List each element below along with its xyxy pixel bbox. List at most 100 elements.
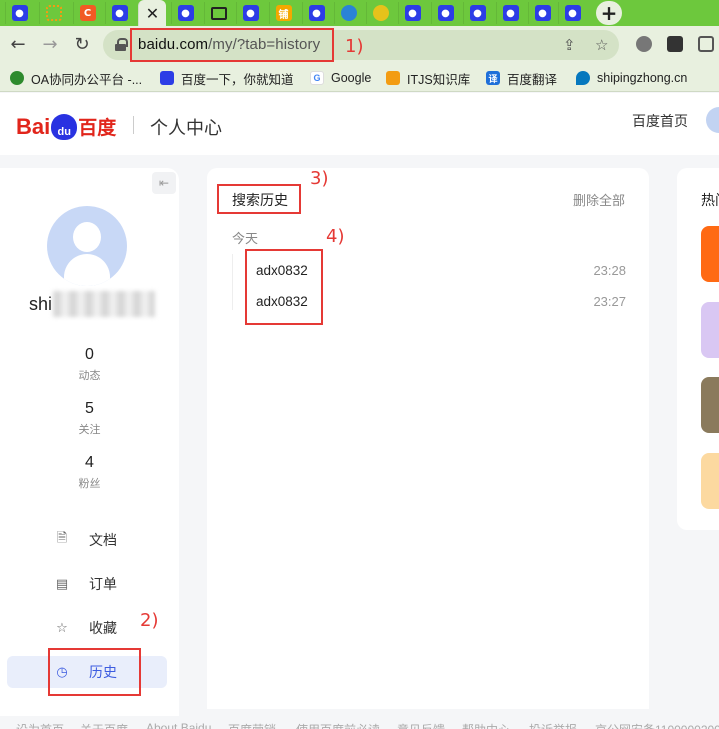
shop-icon: 铺 [275, 5, 292, 21]
date-group-label: 今天 [232, 231, 259, 246]
stat-label: 动态 [78, 370, 101, 382]
bookmark-label: ITJS知识库 [407, 72, 471, 87]
trending-thumb[interactable] [701, 302, 719, 358]
annotation-label-1: 1) [345, 36, 364, 57]
baidu-paw-icon: ● [111, 5, 128, 21]
annotation-label-4: 4) [326, 226, 345, 247]
tab-leaf[interactable] [366, 2, 394, 24]
stat-label: 关注 [78, 424, 101, 436]
gear-flower-icon [10, 71, 24, 85]
profile-avatar[interactable] [47, 206, 127, 286]
tab-baidu-3[interactable]: ● [171, 2, 199, 24]
tab-shop[interactable]: 铺 [269, 2, 297, 24]
reload-button[interactable]: ↻ [72, 34, 92, 55]
annotation-box-history [48, 648, 141, 696]
sidebar-item-orders[interactable]: ▤ 订单 [7, 568, 167, 600]
footer-link[interactable]: 投诉举报 [529, 721, 577, 729]
trending-thumb[interactable] [701, 226, 719, 282]
itjs-icon [386, 71, 400, 85]
tab-globe[interactable] [334, 2, 362, 24]
bookmark-shipingzhong[interactable]: shipingzhong.cn [576, 69, 687, 87]
share-icon[interactable]: ⇪ [563, 36, 576, 54]
footer-link[interactable]: 百度营销 [228, 721, 276, 729]
bookmark-star-icon[interactable]: ☆ [595, 36, 608, 54]
delete-all-button[interactable]: 删除全部 [573, 190, 625, 209]
tab-baidu-2[interactable]: ● [105, 2, 133, 24]
sidebar-item-documents[interactable]: 🗎 文档 [7, 524, 167, 556]
extension-icon[interactable] [698, 36, 714, 52]
baidu-logo[interactable]: Bai du 百度 [16, 113, 116, 140]
tab-baidu-8[interactable]: ● [463, 2, 491, 24]
bookmark-label: Google [331, 71, 372, 85]
stat-activity[interactable]: 0 动态 [0, 346, 179, 383]
footer-link[interactable]: 关于百度 [80, 721, 128, 729]
baidu-paw-icon: ● [469, 5, 486, 21]
collapse-sidebar-icon[interactable]: ⇤ [152, 172, 176, 194]
drupal-icon [576, 71, 590, 85]
bookmark-label: shipingzhong.cn [597, 71, 688, 85]
bookmark-baidu[interactable]: 百度一下，你就知道 [160, 69, 294, 87]
back-button[interactable]: ← [8, 34, 28, 55]
bookmark-oa[interactable]: OA协同办公平台 -... [10, 69, 142, 87]
tab-baidu-10[interactable]: ● [528, 2, 556, 24]
tab-active[interactable]: ✕ [138, 0, 166, 26]
bookmark-label: 百度翻译 [507, 72, 558, 87]
tab-baidu-9[interactable]: ● [496, 2, 524, 24]
username-prefix: shi [29, 293, 53, 314]
google-icon: G [310, 71, 324, 85]
annotation-label-2: 2) [140, 610, 159, 631]
bookmark-itjs[interactable]: ITJS知识库 [386, 69, 470, 87]
baidu-home-link[interactable]: 百度首页 [632, 111, 688, 131]
footer-link[interactable]: 设为首页 [16, 721, 64, 729]
baidu-paw-icon: ● [534, 5, 551, 21]
tab-baidu-1[interactable]: ● [5, 2, 33, 24]
document-icon: 🗎 [56, 531, 68, 546]
baidu-paw-icon: ● [177, 5, 194, 21]
bookmark-translate[interactable]: 译百度翻译 [486, 69, 557, 87]
annotation-label-3: 3) [310, 168, 329, 189]
footer-link[interactable]: About Baidu [146, 721, 211, 729]
history-time: 23:28 [593, 262, 626, 278]
logo-text-cn: 百度 [78, 118, 117, 139]
tab-monitor[interactable] [204, 2, 232, 24]
baidu-paw-icon: ● [564, 5, 581, 21]
avatar-body [64, 254, 110, 286]
footer-link[interactable]: 意见反馈 [397, 721, 445, 729]
trending-title: 热门 [701, 192, 719, 208]
stat-following[interactable]: 5 关注 [0, 400, 179, 437]
bookmarks-bar: OA协同办公平台 -... 百度一下，你就知道 G Google ITJS知识库 … [0, 64, 719, 92]
baidu-paw-icon: ● [308, 5, 325, 21]
avatar-head [73, 222, 101, 252]
trending-thumb[interactable] [701, 377, 719, 433]
forward-button[interactable]: → [40, 34, 60, 55]
tab-grid[interactable] [39, 2, 67, 24]
footer-link[interactable]: 帮助中心 [462, 721, 510, 729]
user-avatar[interactable] [706, 107, 719, 133]
new-tab-button[interactable]: + [594, 0, 624, 26]
profile-sidebar: ⇤ shi 0 动态 5 关注 4 粉丝 🗎 文档 ▤ 订单 ☆ 收藏 ◷ 历史 [0, 168, 179, 729]
footer-link[interactable]: 京公网安备11000002000001号 [595, 721, 719, 729]
page-title: 个人中心 [150, 118, 222, 138]
tab-baidu-6[interactable]: ● [398, 2, 426, 24]
page-footer: 设为首页 关于百度 About Baidu 百度营销 使用百度前必读 意见反馈 … [0, 716, 719, 729]
extension-gear-icon[interactable] [636, 36, 652, 52]
footer-link[interactable]: 使用百度前必读 [296, 721, 380, 729]
tab-baidu-5[interactable]: ● [302, 2, 330, 24]
sidebar-item-label: 收藏 [89, 620, 117, 636]
stat-followers[interactable]: 4 粉丝 [0, 454, 179, 491]
tab-c-app[interactable]: C [73, 2, 101, 24]
c-logo-icon: C [79, 5, 96, 21]
trending-thumb[interactable] [701, 453, 719, 509]
stat-label: 粉丝 [78, 478, 101, 490]
bookmark-google[interactable]: G Google [310, 69, 371, 87]
tab-baidu-7[interactable]: ● [431, 2, 459, 24]
bookmark-label: 百度一下，你就知道 [181, 72, 294, 87]
close-icon[interactable]: ✕ [146, 4, 159, 23]
baidu-paw-icon: ● [404, 5, 421, 21]
tab-baidu-4[interactable]: ● [236, 2, 264, 24]
annotation-box-url [130, 28, 334, 62]
tab-baidu-11[interactable]: ● [558, 2, 586, 24]
extension-screen-icon[interactable] [667, 36, 683, 52]
sidebar-item-label: 订单 [89, 576, 117, 592]
order-icon: ▤ [55, 576, 69, 592]
